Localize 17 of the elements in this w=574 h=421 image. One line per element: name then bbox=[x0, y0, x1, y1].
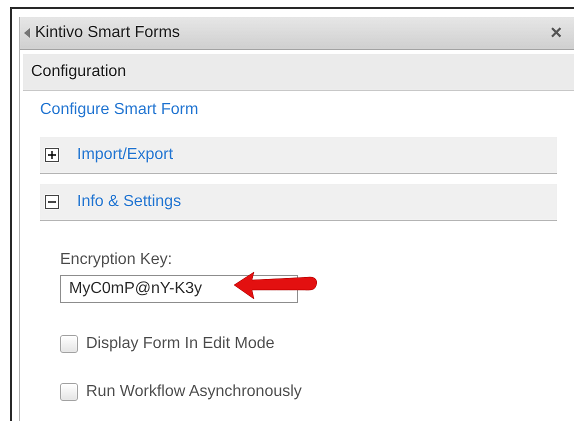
expand-toggle[interactable] bbox=[45, 148, 59, 162]
window-title: Kintivo Smart Forms bbox=[35, 24, 181, 42]
configure-link[interactable]: Configure Smart Form bbox=[40, 101, 574, 119]
checkbox[interactable] bbox=[60, 383, 78, 401]
collapse-icon[interactable] bbox=[24, 28, 30, 38]
checkbox[interactable] bbox=[60, 335, 78, 353]
section-header[interactable]: Import/Export bbox=[40, 137, 557, 174]
collapse-toggle[interactable] bbox=[45, 195, 59, 209]
field-label: Encryption Key: bbox=[60, 251, 174, 269]
configuration-header: Configuration bbox=[23, 54, 574, 91]
arrow-icon bbox=[232, 271, 318, 301]
section-title: Info & Settings bbox=[77, 193, 182, 211]
close-button[interactable]: × bbox=[546, 22, 566, 44]
section-title: Import/Export bbox=[77, 146, 174, 164]
section-header[interactable]: Info & Settings bbox=[40, 184, 557, 221]
checkbox-label: Run Workflow Asynchronously bbox=[86, 383, 302, 401]
checkbox-label: Display Form In Edit Mode bbox=[86, 335, 275, 353]
